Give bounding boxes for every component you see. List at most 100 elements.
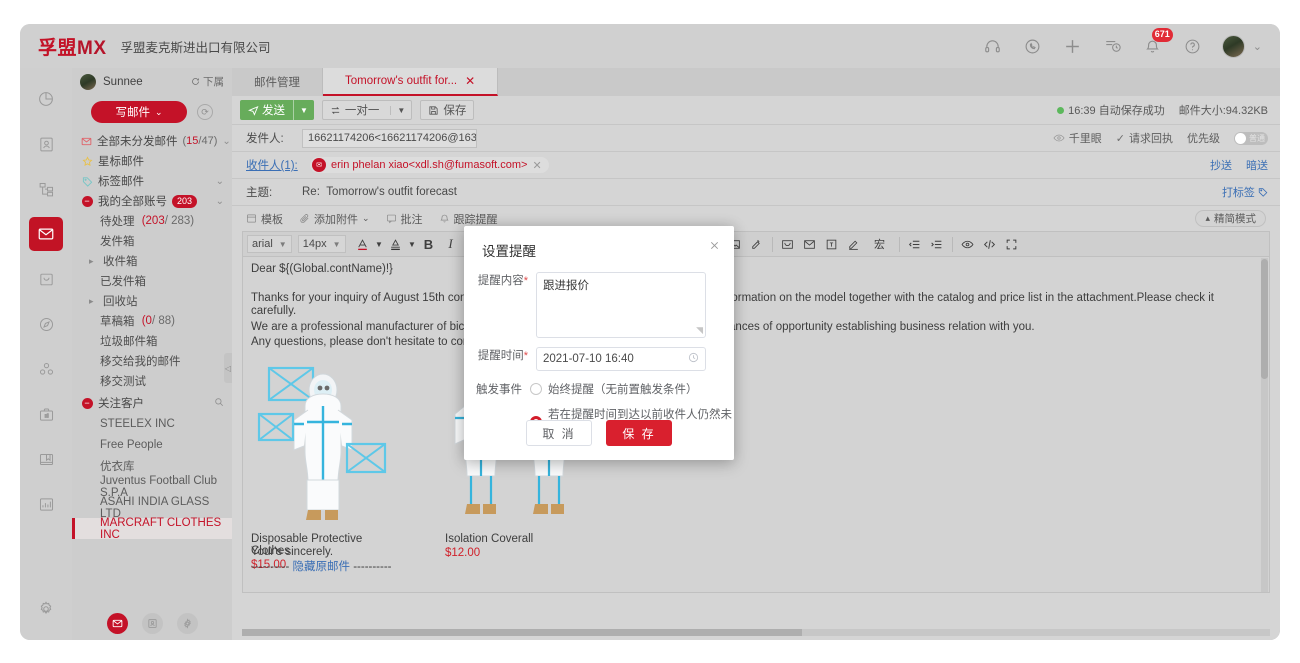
close-icon[interactable]: ✕	[465, 74, 475, 88]
sidebar-customer-marcraft[interactable]: MARCRAFT CLOTHES INC	[72, 517, 232, 541]
compose-mail-button[interactable]: 写邮件 ⌄	[91, 101, 187, 123]
priority-toggle[interactable]: 普通	[1234, 131, 1268, 145]
contact-dock-icon[interactable]	[141, 613, 163, 634]
font-size-select[interactable]: 14px ▼	[297, 235, 346, 253]
rail-item-library[interactable]	[29, 442, 63, 476]
fullscreen-icon[interactable]	[1001, 233, 1023, 255]
recipient-chip[interactable]: ✉ erin phelan xiao<xdl.sh@fumasoft.com> …	[310, 157, 549, 173]
font-family-select[interactable]: arial ▼	[247, 235, 292, 253]
rail-item-dashboard[interactable]	[29, 82, 63, 116]
save-button[interactable]: 保存	[420, 100, 475, 120]
chevron-down-icon[interactable]: ⌄	[216, 176, 224, 187]
body-vertical-scroll-thumb[interactable]	[1261, 259, 1268, 379]
trigger-option-always[interactable]: 始终提醒（无前置触发条件）	[530, 381, 734, 397]
envelope-open-icon[interactable]	[777, 233, 799, 255]
sidebar-item-transfer-test[interactable]: 移交测试	[72, 371, 232, 391]
text-color-icon[interactable]	[352, 233, 374, 255]
help-icon[interactable]	[1182, 35, 1204, 57]
envelope-icon[interactable]	[799, 233, 821, 255]
subordinate-switch[interactable]: 下属	[191, 74, 224, 89]
format-paint-icon[interactable]	[746, 233, 768, 255]
sidebar-collapse-handle[interactable]: ◁	[224, 353, 232, 383]
chat-icon[interactable]	[1022, 35, 1044, 57]
bcc-button[interactable]: 暗送	[1246, 157, 1268, 173]
add-icon[interactable]	[1062, 35, 1084, 57]
history-icon[interactable]	[1102, 35, 1124, 57]
refresh-icon[interactable]: ⟳	[197, 104, 213, 120]
rail-item-discover[interactable]	[29, 307, 63, 341]
bold-icon[interactable]: B	[418, 233, 440, 255]
receipt-checkbox[interactable]: ✓ 请求回执	[1116, 130, 1173, 146]
sidebar-folder-starred[interactable]: 星标邮件	[72, 151, 232, 171]
headset-icon[interactable]	[982, 35, 1004, 57]
remove-recipient-icon[interactable]: ✕	[532, 159, 541, 172]
body-horizontal-scroll-thumb[interactable]	[242, 629, 802, 636]
from-select[interactable]: 16621174206<16621174206@163.c ▼	[302, 128, 477, 148]
italic-icon[interactable]: I	[440, 233, 462, 255]
rail-item-contacts[interactable]	[29, 127, 63, 161]
sidebar-folder-undistributed[interactable]: 全部未分发邮件 (15/47) ⌄	[72, 131, 232, 151]
notification-bell-icon[interactable]: 671	[1142, 28, 1173, 57]
textarea-resize-grip[interactable]: ◥	[696, 325, 703, 336]
simple-mode-toggle[interactable]: ▴ 精简模式	[1195, 210, 1266, 227]
sidebar-item-spam[interactable]: 垃圾邮件箱	[72, 331, 232, 351]
close-icon[interactable]	[707, 238, 721, 252]
cancel-button[interactable]: 取 消	[526, 420, 592, 446]
rail-item-work[interactable]	[29, 397, 63, 431]
chevron-down-icon[interactable]: ⌄	[216, 196, 224, 207]
subject-value[interactable]: Re: Tomorrow's outfit forecast	[302, 186, 457, 198]
sidebar-customer-juventus[interactable]: Juventus Football Club S.P.A	[72, 475, 232, 499]
signature-icon[interactable]	[843, 233, 865, 255]
save-button[interactable]: 保 存	[606, 420, 672, 446]
chevron-down-icon[interactable]: ▼	[407, 233, 418, 255]
to-label[interactable]: 收件人(1):	[246, 157, 310, 173]
rail-item-team[interactable]	[29, 352, 63, 386]
sidebar-item-transferred[interactable]: 移交给我的邮件	[72, 351, 232, 371]
user-avatar[interactable]	[1221, 34, 1245, 58]
sidebar-item-outbox[interactable]: 发件箱	[72, 231, 232, 251]
search-icon[interactable]	[214, 397, 224, 410]
body-horizontal-scrollbar[interactable]	[242, 629, 1270, 636]
annotation-button[interactable]: 批注	[386, 211, 423, 227]
rail-item-inbox[interactable]	[29, 262, 63, 296]
tab-mail-management[interactable]: 邮件管理	[232, 68, 323, 96]
chevron-down-icon[interactable]: ▼	[390, 105, 411, 115]
email-body-editor[interactable]: Dear ${(Global.contName)!} Thanks for yo…	[242, 257, 1270, 593]
reminder-content-input[interactable]: 跟进报价 ◥	[536, 272, 706, 338]
rail-item-reports[interactable]	[29, 487, 63, 521]
source-code-icon[interactable]	[979, 233, 1001, 255]
send-dropdown-toggle[interactable]: ▼	[294, 106, 314, 115]
mail-dock-icon[interactable]	[106, 613, 128, 634]
sidebar-item-inbox[interactable]: ▸ 收件箱	[72, 251, 232, 271]
add-attachment-button[interactable]: 添加附件 ⌄	[299, 211, 370, 227]
sidebar-folder-tagged[interactable]: 标签邮件 ⌄	[72, 171, 232, 191]
sidebar-customer-asahi[interactable]: ASAHI INDIA GLASS LTD	[72, 496, 232, 520]
sidebar-customer-steelex[interactable]: STEELEX INC	[72, 413, 232, 434]
chevron-right-icon[interactable]: ▸	[89, 296, 99, 307]
settings-dock-icon[interactable]	[176, 613, 198, 634]
sidebar-section-follow-customers[interactable]: − 关注客户	[72, 393, 232, 413]
one-to-one-button[interactable]: 一对一 ▼	[321, 100, 413, 120]
add-tag-button[interactable]: 打标签	[1222, 184, 1268, 200]
reminder-time-input[interactable]: 2021-07-10 16:40	[536, 347, 706, 371]
preview-icon[interactable]	[957, 233, 979, 255]
chevron-down-icon[interactable]: ⌄	[1253, 40, 1262, 53]
cc-button[interactable]: 抄送	[1210, 157, 1232, 173]
chevron-right-icon[interactable]: ▸	[89, 256, 99, 267]
tracking-toggle[interactable]: 千里眼	[1053, 130, 1102, 146]
outdent-icon[interactable]	[904, 233, 926, 255]
indent-icon[interactable]	[926, 233, 948, 255]
sidebar-customer-uniqlo[interactable]: 优衣库	[72, 455, 232, 476]
sidebar-item-sent[interactable]: 已发件箱	[72, 271, 232, 291]
sidebar-item-pending[interactable]: 待处理 (203/ 283)	[72, 211, 232, 231]
sidebar-folder-all-accounts[interactable]: − 我的全部账号 203 ⌄	[72, 191, 232, 211]
sidebar-customer-free-people[interactable]: Free People	[72, 434, 232, 455]
text-box-icon[interactable]	[821, 233, 843, 255]
hide-original-link[interactable]: 隐藏原邮件	[293, 561, 351, 573]
tab-compose-tomorrow-outfit[interactable]: Tomorrow's outfit for... ✕	[323, 68, 499, 96]
macro-icon[interactable]: 宏	[865, 233, 895, 255]
template-button[interactable]: 模板	[246, 211, 283, 227]
chevron-down-icon[interactable]: ▼	[374, 233, 385, 255]
sidebar-user-row[interactable]: Sunnee 下属	[72, 68, 232, 95]
rail-item-settings[interactable]	[29, 592, 63, 626]
